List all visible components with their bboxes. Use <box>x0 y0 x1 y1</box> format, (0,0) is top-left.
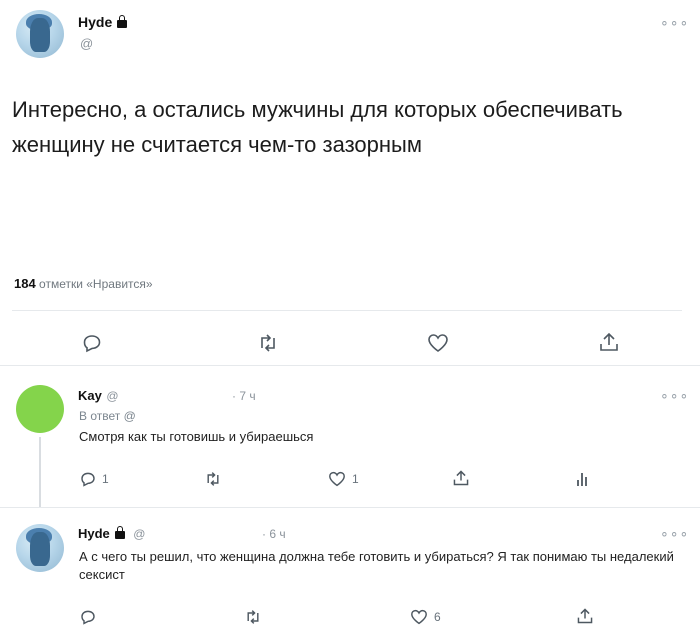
heart-icon <box>428 334 448 352</box>
more-icon[interactable]: ∘∘∘ <box>660 14 689 31</box>
reply-text: А с чего ты решил, что женщина должна те… <box>79 549 674 582</box>
author-name[interactable]: Hyde <box>78 14 112 30</box>
reply-button[interactable]: 1 <box>80 471 109 487</box>
author-handle[interactable]: @ <box>106 389 118 403</box>
like-button[interactable] <box>427 333 449 353</box>
timestamp[interactable]: · 7 ч <box>232 389 256 403</box>
avatar[interactable] <box>16 385 64 433</box>
like-button[interactable]: 1 <box>328 471 359 487</box>
retweet-button[interactable] <box>257 333 279 353</box>
retweet-button[interactable] <box>204 471 222 487</box>
likes-label: отметки «Нравится» <box>39 277 153 291</box>
reply-to[interactable]: В ответ @ <box>79 409 136 423</box>
reply-icon <box>81 610 95 625</box>
share-icon <box>453 470 469 486</box>
retweet-icon <box>261 334 275 352</box>
timestamp[interactable]: · 6 ч <box>262 527 286 541</box>
share-button[interactable] <box>598 331 620 353</box>
heart-icon <box>329 471 345 487</box>
divider <box>12 310 682 311</box>
lock-icon <box>114 526 125 539</box>
analytics-icon <box>577 473 587 486</box>
share-icon <box>600 332 618 351</box>
like-count: 6 <box>434 610 441 624</box>
reply-icon <box>81 472 95 487</box>
reply-text: Смотря как ты готовишь и убираешься <box>79 429 314 444</box>
retweet-button[interactable] <box>244 609 262 625</box>
avatar-figure <box>30 18 50 52</box>
lock-icon <box>117 15 128 28</box>
like-button[interactable]: 6 <box>410 609 441 625</box>
author-handle[interactable]: @ <box>80 36 93 51</box>
author-name[interactable]: Hyde <box>78 526 110 541</box>
retweet-icon <box>247 610 259 624</box>
share-button[interactable] <box>452 469 470 487</box>
main-author[interactable]: Hyde <box>78 14 128 32</box>
divider <box>0 507 700 508</box>
reply-author[interactable]: Hyde @ <box>78 525 145 543</box>
share-button[interactable] <box>576 607 594 625</box>
reply-button[interactable] <box>80 609 96 625</box>
more-icon[interactable]: ∘∘∘ <box>660 387 689 404</box>
thread-line <box>39 437 41 507</box>
avatar[interactable] <box>16 10 64 58</box>
likes-summary[interactable]: 184 отметки «Нравится» <box>14 276 153 291</box>
author-handle[interactable]: @ <box>133 527 145 541</box>
avatar-figure <box>30 532 50 566</box>
reply-author[interactable]: Kay @ <box>78 387 119 405</box>
avatar[interactable] <box>16 524 64 572</box>
heart-icon <box>411 609 427 625</box>
analytics-button[interactable] <box>575 471 589 487</box>
author-name[interactable]: Kay <box>78 388 102 403</box>
reply-icon <box>83 335 101 353</box>
share-icon <box>577 608 593 624</box>
retweet-icon <box>207 472 219 486</box>
divider <box>0 365 700 366</box>
more-icon[interactable]: ∘∘∘ <box>660 525 689 542</box>
likes-count: 184 <box>14 276 36 291</box>
reply-count: 1 <box>102 472 109 486</box>
reply-button[interactable] <box>82 333 102 353</box>
tweet-text: Интересно, а остались мужчины для которы… <box>12 97 623 157</box>
like-count: 1 <box>352 472 359 486</box>
